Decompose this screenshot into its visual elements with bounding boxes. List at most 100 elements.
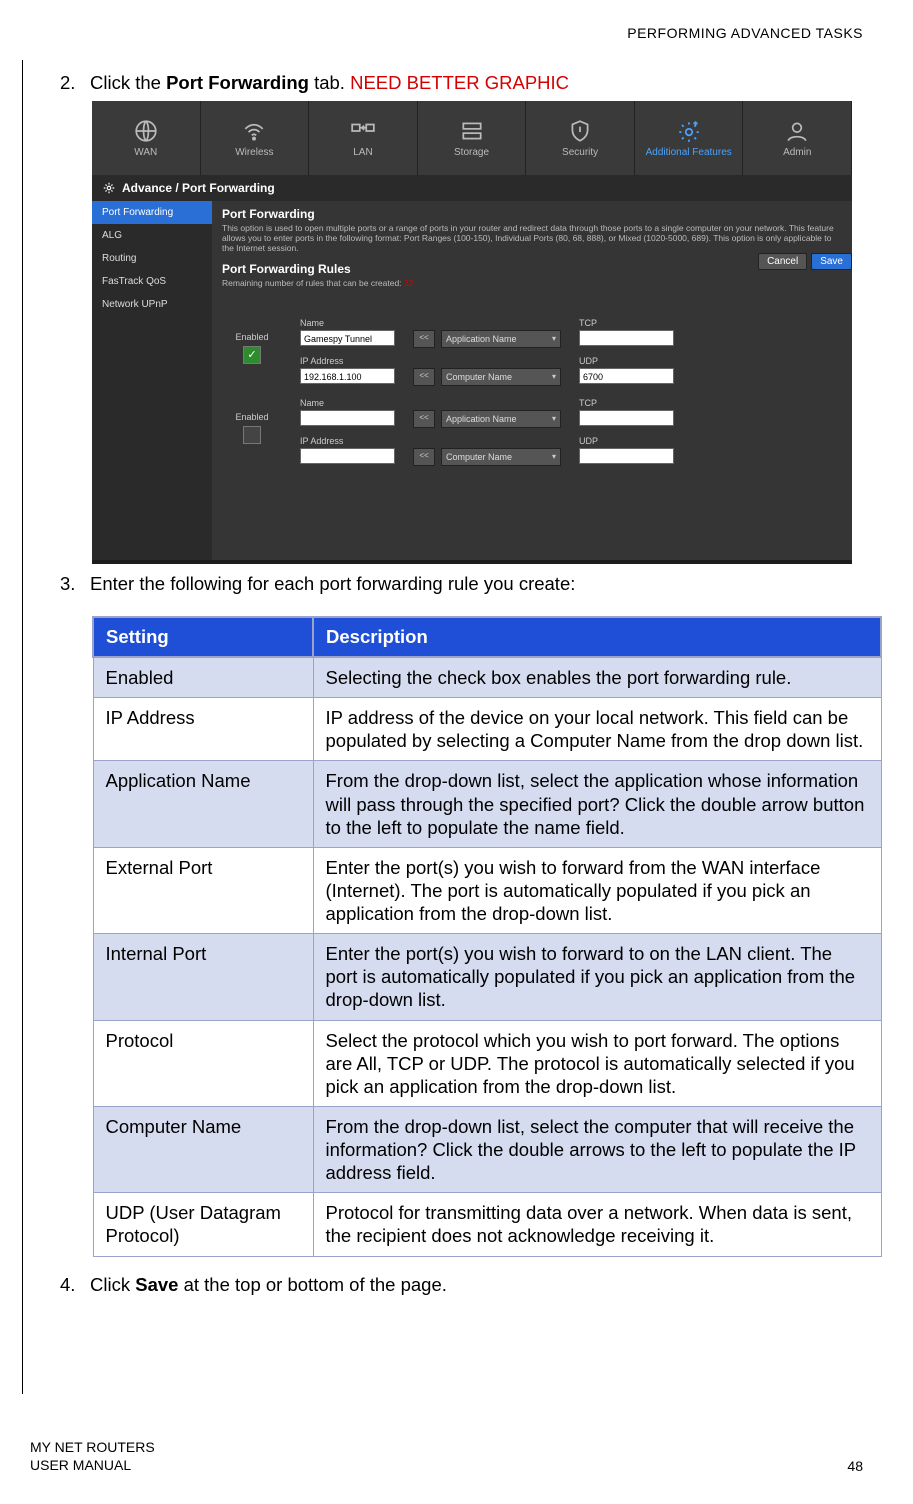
cell-desc: Selecting the check box enables the port… bbox=[313, 657, 881, 698]
settings-table: Setting Description EnabledSelecting the… bbox=[92, 616, 882, 1257]
remaining-count: 32 bbox=[404, 278, 413, 288]
rules-title: Port Forwarding Rules bbox=[222, 262, 842, 276]
application-name-dropdown[interactable]: Application Name bbox=[441, 330, 561, 348]
text: tab. bbox=[309, 72, 350, 93]
text-red: NEED BETTER GRAPHIC bbox=[350, 72, 569, 93]
enabled-checkbox[interactable] bbox=[243, 346, 261, 364]
step-text: Enter the following for each port forwar… bbox=[90, 572, 863, 596]
sidebar-item-alg[interactable]: ALG bbox=[92, 224, 212, 247]
step-text: Click the Port Forwarding tab. NEED BETT… bbox=[90, 71, 863, 95]
page-footer: MY NET ROUTERS USER MANUAL 48 bbox=[30, 1438, 863, 1474]
tab-label: Admin bbox=[783, 147, 811, 158]
name-label: Name bbox=[300, 318, 395, 328]
table-row: EnabledSelecting the check box enables t… bbox=[93, 657, 881, 698]
tab-wireless[interactable]: Wireless bbox=[201, 101, 310, 175]
cell-setting: Protocol bbox=[93, 1020, 313, 1106]
ss-main-panel: Port Forwarding This option is used to o… bbox=[212, 201, 852, 560]
apply-app-arrow-button[interactable]: << bbox=[413, 410, 435, 428]
lan-icon bbox=[350, 118, 376, 144]
th-description: Description bbox=[313, 617, 881, 657]
tcp-input[interactable] bbox=[579, 330, 674, 346]
sidebar-item-qos[interactable]: FasTrack QoS bbox=[92, 270, 212, 293]
name-label: Name bbox=[300, 398, 395, 408]
enabled-label: Enabled bbox=[235, 412, 268, 422]
vertical-rule bbox=[22, 60, 23, 1394]
globe-icon bbox=[133, 118, 159, 144]
cell-setting: UDP (User Datagram Protocol) bbox=[93, 1193, 313, 1256]
name-input[interactable] bbox=[300, 410, 395, 426]
cell-setting: Computer Name bbox=[93, 1106, 313, 1192]
computer-name-dropdown[interactable]: Computer Name bbox=[441, 368, 561, 386]
tab-label: Storage bbox=[454, 147, 489, 158]
text: Click the bbox=[90, 72, 166, 93]
router-ui-screenshot: WAN Wireless LAN Storage Security Additi… bbox=[92, 101, 852, 564]
tab-storage[interactable]: Storage bbox=[418, 101, 527, 175]
cell-desc: Enter the port(s) you wish to forward fr… bbox=[313, 847, 881, 933]
name-input[interactable]: Gamespy Tunnel bbox=[300, 330, 395, 346]
tab-admin[interactable]: Admin bbox=[743, 101, 852, 175]
ip-label: IP Address bbox=[300, 436, 395, 446]
step-3: 3. Enter the following for each port for… bbox=[60, 572, 863, 596]
cell-setting: Internal Port bbox=[93, 934, 313, 1020]
step-2: 2. Click the Port Forwarding tab. NEED B… bbox=[60, 71, 863, 95]
ip-label: IP Address bbox=[300, 356, 395, 366]
step-num: 2. bbox=[60, 71, 90, 95]
tab-additional-features[interactable]: Additional Features bbox=[635, 101, 744, 175]
ip-input[interactable] bbox=[300, 448, 395, 464]
shield-icon bbox=[567, 118, 593, 144]
sidebar-item-routing[interactable]: Routing bbox=[92, 247, 212, 270]
tab-lan[interactable]: LAN bbox=[309, 101, 418, 175]
footer-doc-type: USER MANUAL bbox=[30, 1456, 155, 1474]
table-row: Application NameFrom the drop-down list,… bbox=[93, 761, 881, 847]
apply-app-arrow-button[interactable]: << bbox=[413, 330, 435, 348]
cell-desc: Select the protocol which you wish to po… bbox=[313, 1020, 881, 1106]
breadcrumb-text: Advance / Port Forwarding bbox=[122, 181, 275, 195]
table-row: External PortEnter the port(s) you wish … bbox=[93, 847, 881, 933]
tab-label: Wireless bbox=[235, 147, 273, 158]
tab-label: WAN bbox=[134, 147, 157, 158]
dd-label: Computer Name bbox=[446, 372, 512, 382]
apply-computer-arrow-button[interactable]: << bbox=[413, 368, 435, 386]
enabled-checkbox[interactable] bbox=[243, 426, 261, 444]
tcp-label: TCP bbox=[579, 318, 674, 328]
dd-label: Computer Name bbox=[446, 452, 512, 462]
tab-security[interactable]: Security bbox=[526, 101, 635, 175]
gear-plus-icon bbox=[676, 118, 702, 144]
footer-product: MY NET ROUTERS bbox=[30, 1438, 155, 1456]
sidebar-item-upnp[interactable]: Network UPnP bbox=[92, 293, 212, 316]
udp-input[interactable] bbox=[579, 448, 674, 464]
page-number: 48 bbox=[847, 1458, 863, 1474]
step-num: 4. bbox=[60, 1273, 90, 1297]
remaining-rules: Remaining number of rules that can be cr… bbox=[222, 278, 842, 288]
step-4: 4. Click Save at the top or bottom of th… bbox=[60, 1273, 863, 1297]
application-name-dropdown[interactable]: Application Name bbox=[441, 410, 561, 428]
step-num: 3. bbox=[60, 572, 90, 596]
cell-desc: Enter the port(s) you wish to forward to… bbox=[313, 934, 881, 1020]
computer-name-dropdown[interactable]: Computer Name bbox=[441, 448, 561, 466]
tab-wan[interactable]: WAN bbox=[92, 101, 201, 175]
table-row: Computer NameFrom the drop-down list, se… bbox=[93, 1106, 881, 1192]
udp-label: UDP bbox=[579, 436, 674, 446]
ip-input[interactable]: 192.168.1.100 bbox=[300, 368, 395, 384]
router-tabs: WAN Wireless LAN Storage Security Additi… bbox=[92, 101, 852, 175]
step-text: Click Save at the top or bottom of the p… bbox=[90, 1273, 863, 1297]
cell-setting: IP Address bbox=[93, 698, 313, 761]
ss-sidebar: Port Forwarding ALG Routing FasTrack QoS… bbox=[92, 201, 212, 560]
table-row: ProtocolSelect the protocol which you wi… bbox=[93, 1020, 881, 1106]
text: Remaining number of rules that can be cr… bbox=[222, 278, 404, 288]
text: at the top or bottom of the page. bbox=[178, 1274, 446, 1295]
table-row: Internal PortEnter the port(s) you wish … bbox=[93, 934, 881, 1020]
cell-desc: Protocol for transmitting data over a ne… bbox=[313, 1193, 881, 1256]
udp-input[interactable]: 6700 bbox=[579, 368, 674, 384]
text-bold: Port Forwarding bbox=[166, 72, 309, 93]
apply-computer-arrow-button[interactable]: << bbox=[413, 448, 435, 466]
tcp-input[interactable] bbox=[579, 410, 674, 426]
sidebar-item-port-forwarding[interactable]: Port Forwarding bbox=[92, 201, 212, 224]
save-button[interactable]: Save bbox=[811, 253, 852, 270]
cancel-button[interactable]: Cancel bbox=[758, 253, 807, 270]
tcp-label: TCP bbox=[579, 398, 674, 408]
panel-title: Port Forwarding bbox=[222, 207, 842, 221]
header-section-title: PERFORMING ADVANCED TASKS bbox=[30, 25, 863, 41]
th-setting: Setting bbox=[93, 617, 313, 657]
storage-icon bbox=[459, 118, 485, 144]
